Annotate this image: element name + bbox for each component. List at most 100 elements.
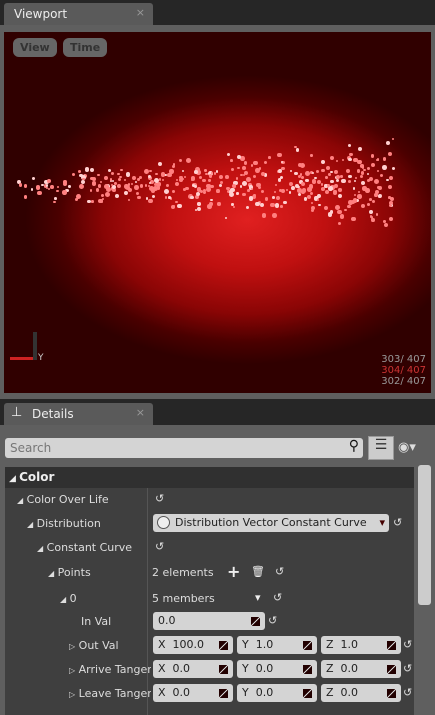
property-label: Leave Tangent: [78, 687, 151, 700]
expand-icon[interactable]: ◢: [37, 544, 43, 553]
eye-visibility-icon[interactable]: ◉▾: [398, 440, 416, 455]
add-element-icon[interactable]: +: [227, 562, 240, 581]
close-icon[interactable]: ×: [136, 406, 145, 419]
particle: [150, 188, 155, 194]
spin-icon[interactable]: [251, 617, 260, 626]
chevron-down-icon[interactable]: ▾: [255, 591, 261, 604]
time-button[interactable]: Time: [63, 38, 108, 57]
particle: [127, 183, 130, 186]
expand-icon[interactable]: ◢: [27, 520, 33, 529]
tab-details[interactable]: ⊥ Details ×: [4, 403, 153, 425]
field-value: 0.0: [172, 686, 191, 699]
property-label: Points: [57, 566, 91, 579]
spin-icon[interactable]: [303, 665, 312, 674]
arrive-tangent-x-input[interactable]: X 0.0: [153, 660, 233, 678]
particle: [53, 200, 56, 204]
expand-icon[interactable]: ◢: [48, 569, 54, 578]
column-splitter[interactable]: [147, 488, 148, 715]
particle: [243, 161, 248, 165]
stat-readout-3: 302/ 407: [381, 376, 426, 387]
arrive-tangent-y-input[interactable]: Y 0.0: [237, 660, 317, 678]
leave-tangent-x-input[interactable]: X 0.0: [153, 684, 233, 702]
row-constant-curve[interactable]: ◢ Constant Curve ↺: [5, 536, 414, 560]
reset-icon[interactable]: ↺: [403, 662, 412, 675]
leave-tangent-y-input[interactable]: Y 0.0: [237, 684, 317, 702]
particle: [185, 186, 189, 190]
particle: [175, 178, 179, 181]
row-arrive-tangent[interactable]: ▷ Arrive Tangent X 0.0 Y 0.0 Z 0.0 ↺: [5, 658, 414, 682]
reset-icon[interactable]: ↺: [268, 614, 277, 627]
row-out-val[interactable]: ▷ Out Val X 100.0 Y 1.0 Z 1.0 ↺: [5, 634, 414, 658]
expand-icon[interactable]: ▷: [69, 642, 75, 651]
view-button[interactable]: View: [13, 38, 57, 57]
out-val-z-input[interactable]: Z 1.0: [321, 636, 401, 654]
particle: [106, 186, 112, 192]
details-tab-bar: ⊥ Details ×: [0, 399, 435, 426]
particle: [379, 173, 384, 178]
spin-icon[interactable]: [387, 665, 396, 674]
category-color[interactable]: ◢ Color: [5, 467, 414, 488]
spin-icon[interactable]: [303, 689, 312, 698]
spin-icon[interactable]: [387, 689, 396, 698]
reset-icon[interactable]: ↺: [155, 540, 164, 553]
particle: [78, 170, 82, 174]
tab-viewport[interactable]: Viewport ×: [4, 3, 153, 25]
particle: [272, 196, 276, 200]
particle: [314, 176, 317, 180]
row-in-val[interactable]: In Val 0.0 ↺: [5, 610, 414, 634]
axis-label: X: [158, 686, 166, 699]
expand-icon[interactable]: ▷: [69, 666, 75, 675]
reset-icon[interactable]: ↺: [403, 686, 412, 699]
out-val-x-input[interactable]: X 100.0: [153, 636, 233, 654]
expand-icon[interactable]: ▷: [69, 690, 75, 699]
particle: [149, 170, 152, 173]
particle: [301, 175, 304, 179]
row-leave-tangent[interactable]: ▷ Leave Tangent X 0.0 Y 0.0 Z 0.0 ↺: [5, 682, 414, 706]
leave-tangent-z-input[interactable]: Z 0.0: [321, 684, 401, 702]
arrive-tangent-z-input[interactable]: Z 0.0: [321, 660, 401, 678]
viewport-canvas[interactable]: View Time Y 303/ 407 304/ 407 302/ 407: [4, 32, 431, 393]
chevron-down-icon: ▾: [379, 516, 385, 529]
close-icon[interactable]: ×: [136, 6, 145, 19]
expand-icon[interactable]: ◢: [60, 595, 66, 604]
particle: [78, 183, 84, 189]
reset-icon[interactable]: ↺: [403, 638, 412, 651]
spin-icon[interactable]: [219, 689, 228, 698]
spin-icon[interactable]: [219, 641, 228, 650]
particle: [100, 194, 104, 198]
particle: [62, 181, 68, 187]
particle: [241, 166, 246, 170]
particle: [97, 174, 100, 177]
particle: [347, 143, 351, 147]
reset-icon[interactable]: ↺: [393, 516, 402, 529]
reset-icon[interactable]: ↺: [273, 591, 282, 604]
expand-icon[interactable]: ◢: [17, 496, 23, 505]
particle: [307, 187, 312, 192]
trash-icon[interactable]: 🗑: [251, 565, 265, 578]
particle: [365, 188, 370, 193]
spin-icon[interactable]: [219, 665, 228, 674]
search-input[interactable]: Search ⚲: [5, 438, 363, 458]
particle: [230, 159, 233, 163]
particle: [345, 168, 351, 174]
distribution-dropdown[interactable]: Distribution Vector Constant Curve ▾: [153, 514, 389, 532]
row-color-over-life[interactable]: ◢ Color Over Life ↺: [5, 488, 414, 512]
reset-icon[interactable]: ↺: [155, 492, 164, 505]
particle: [335, 178, 340, 183]
in-val-input[interactable]: 0.0: [153, 612, 265, 630]
particle: [139, 184, 144, 188]
row-points[interactable]: ◢ Points 2 elements + 🗑 ↺: [5, 561, 414, 585]
scrollbar[interactable]: [418, 465, 431, 605]
out-val-y-input[interactable]: Y 1.0: [237, 636, 317, 654]
particle: [203, 191, 206, 194]
spin-icon[interactable]: [387, 641, 396, 650]
axis-label: Z: [326, 638, 334, 651]
view-options-list-icon[interactable]: ☰: [368, 436, 394, 460]
spin-icon[interactable]: [303, 641, 312, 650]
reset-icon[interactable]: ↺: [275, 565, 284, 578]
row-point-0[interactable]: ◢ 0 5 members ▾ ↺: [5, 587, 414, 611]
particle: [363, 168, 366, 172]
particle: [242, 180, 248, 186]
row-distribution[interactable]: ◢ Distribution Distribution Vector Const…: [5, 512, 414, 536]
particle: [252, 160, 258, 166]
